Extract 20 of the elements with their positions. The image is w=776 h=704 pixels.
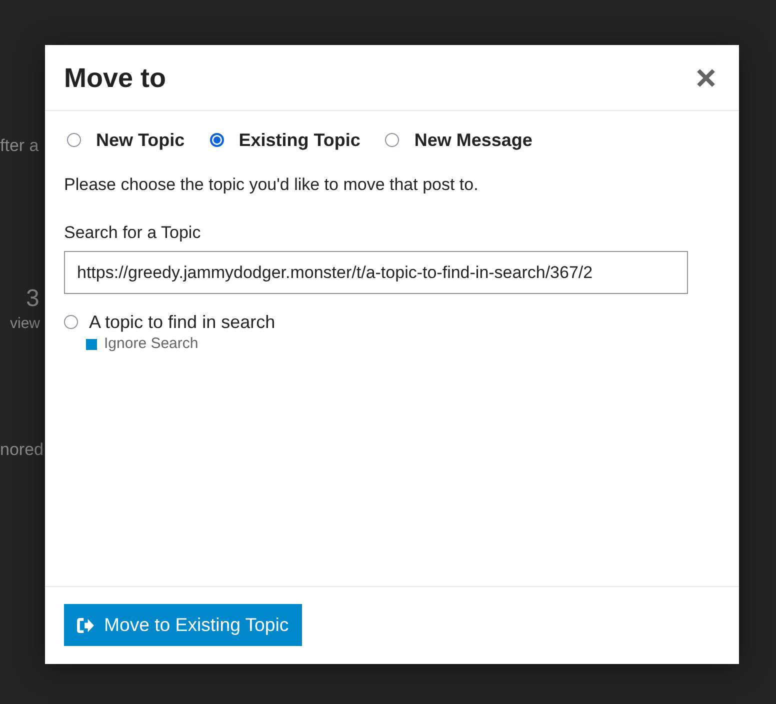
- search-field[interactable]: https://greedy.jammydodger.monster/t/a-topic-to-find-in-search/367/2: [64, 251, 688, 294]
- background-text: nored: [0, 439, 44, 461]
- view-count-label: view: [10, 315, 40, 333]
- move-button[interactable]: Move to Existing Topic: [64, 604, 302, 646]
- radio-button[interactable]: [67, 133, 81, 147]
- instructions-text: Please choose the topic you'd like to move that post to.: [64, 174, 478, 196]
- dialog-title: Move to: [64, 62, 166, 94]
- arrow-out-of-bracket-icon: [77, 618, 94, 632]
- close-icon[interactable]: [696, 68, 716, 88]
- view-count: 3: [26, 286, 40, 312]
- topic-title[interactable]: A topic to find in search: [89, 311, 276, 333]
- background-text: fter a: [0, 135, 39, 157]
- radio-label[interactable]: New Topic: [96, 129, 185, 151]
- radio-button[interactable]: [210, 133, 224, 147]
- radio-label[interactable]: Existing Topic: [238, 129, 360, 151]
- category-name[interactable]: Ignore Search: [104, 335, 198, 353]
- radio-button[interactable]: [385, 133, 400, 147]
- radio-label[interactable]: New Message: [414, 129, 532, 151]
- radio-button[interactable]: [64, 315, 78, 329]
- search-label: Search for a Topic: [64, 222, 201, 244]
